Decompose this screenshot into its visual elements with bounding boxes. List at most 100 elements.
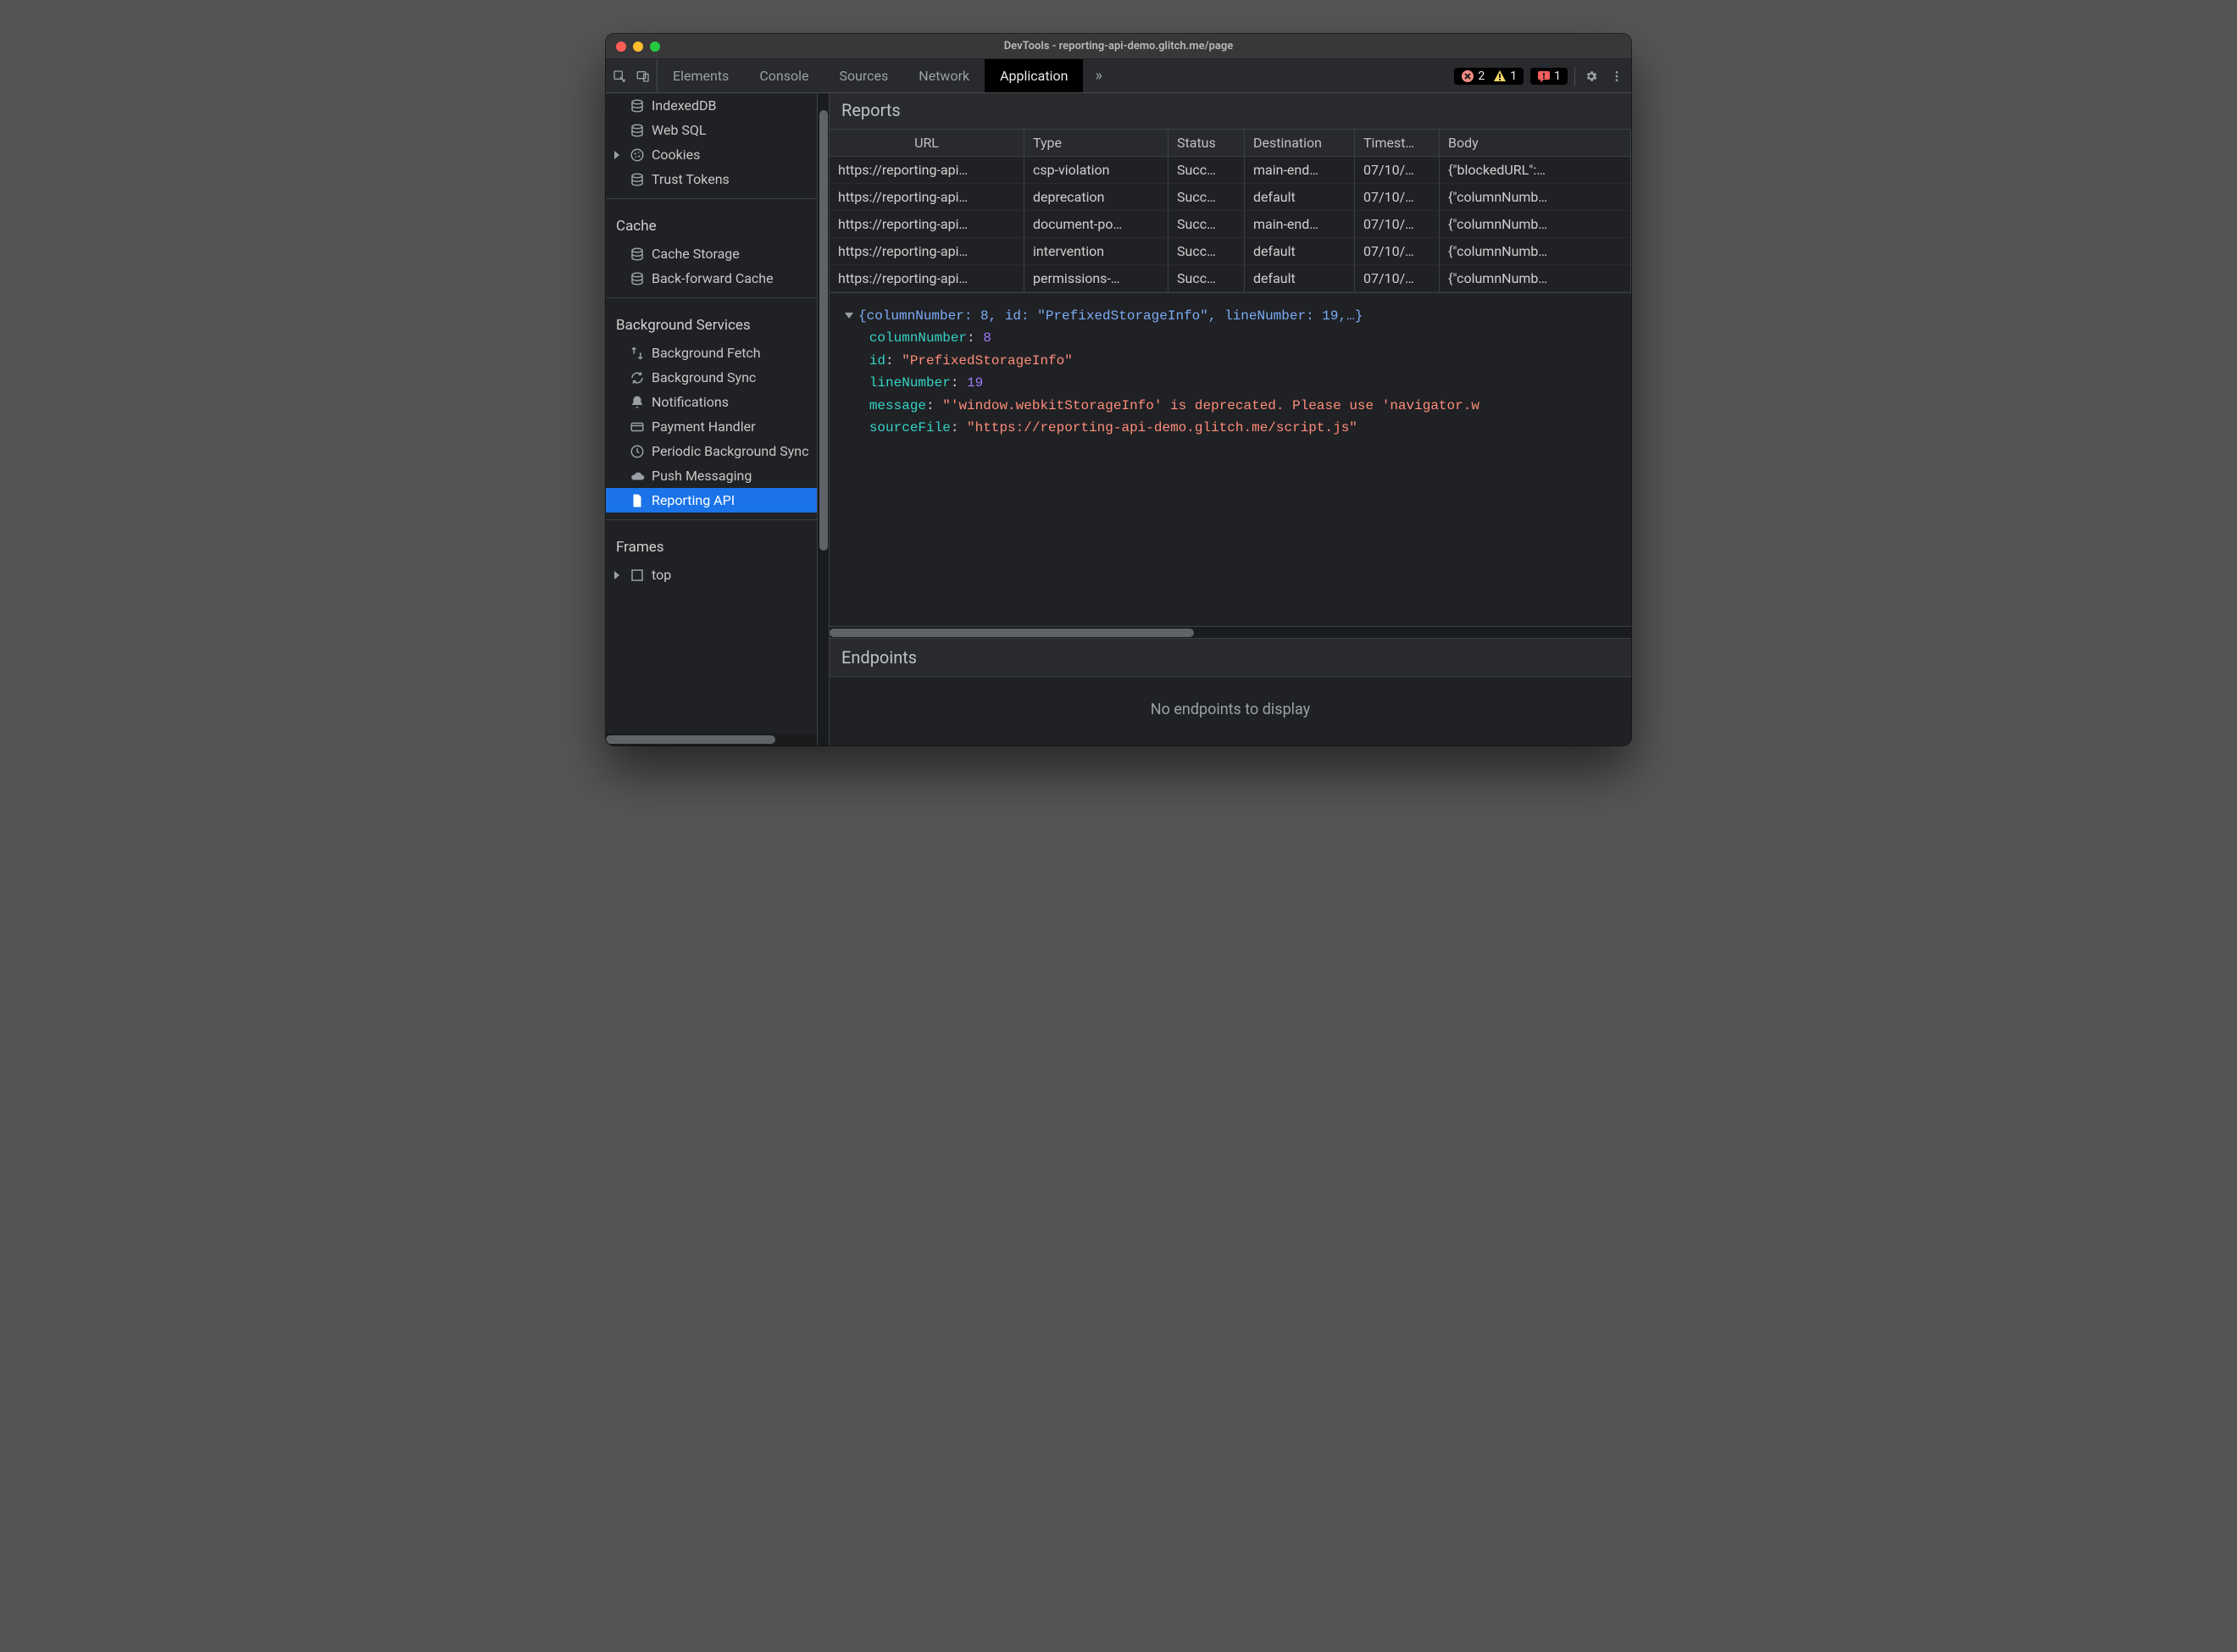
sidebar-item-notifications[interactable]: Notifications bbox=[606, 390, 817, 414]
reports-col-3[interactable]: Destination bbox=[1245, 130, 1355, 157]
sidebar-hscrollbar[interactable] bbox=[606, 734, 817, 746]
expand-triangle-icon[interactable] bbox=[614, 151, 619, 159]
reports-cell[interactable]: {"columnNumb… bbox=[1440, 265, 1631, 292]
reports-cell[interactable]: deprecation bbox=[1024, 184, 1168, 211]
traffic-lights bbox=[616, 42, 660, 52]
tab-sources[interactable]: Sources bbox=[824, 59, 903, 92]
more-tabs-button[interactable]: » bbox=[1083, 59, 1113, 92]
sidebar-item-trust-tokens[interactable]: Trust Tokens bbox=[606, 167, 817, 191]
sidebar-item-web-sql[interactable]: Web SQL bbox=[606, 118, 817, 142]
reports-cell[interactable]: {"columnNumb… bbox=[1440, 238, 1631, 265]
kebab-menu-icon[interactable] bbox=[1607, 67, 1626, 86]
sidebar-item-cache-storage[interactable]: Cache Storage bbox=[606, 241, 817, 266]
detail-prop-columnNumber[interactable]: columnNumber: 8 bbox=[845, 327, 1624, 349]
reports-cell[interactable]: Succ… bbox=[1168, 157, 1245, 184]
error-counter[interactable]: 2 bbox=[1461, 69, 1485, 83]
reports-cell[interactable]: https://reporting-api… bbox=[830, 265, 1024, 292]
storage-icon bbox=[630, 98, 645, 114]
scrollbar-thumb[interactable] bbox=[819, 110, 828, 551]
sidebar-item-label: Trust Tokens bbox=[652, 171, 730, 187]
sidebar-item-push-messaging[interactable]: Push Messaging bbox=[606, 463, 817, 488]
inspect-element-icon[interactable] bbox=[613, 69, 626, 83]
reports-cell[interactable]: document-po… bbox=[1024, 211, 1168, 238]
sidebar-vscrollbar[interactable] bbox=[818, 93, 830, 746]
reports-cell[interactable]: Succ… bbox=[1168, 238, 1245, 265]
endpoints-header: Endpoints bbox=[830, 638, 1631, 676]
reports-cell[interactable]: https://reporting-api… bbox=[830, 157, 1024, 184]
collapse-triangle-icon[interactable] bbox=[845, 313, 853, 319]
reports-cell[interactable]: https://reporting-api… bbox=[830, 184, 1024, 211]
sidebar-item-label: Background Sync bbox=[652, 369, 756, 385]
sidebar-item-background-fetch[interactable]: Background Fetch bbox=[606, 341, 817, 365]
console-counters[interactable]: 2 1 bbox=[1454, 68, 1524, 85]
storage-icon bbox=[630, 123, 645, 138]
sidebar-item-label: Web SQL bbox=[652, 122, 707, 138]
reports-cell[interactable]: 07/10/… bbox=[1355, 265, 1440, 292]
tab-network[interactable]: Network bbox=[903, 59, 985, 92]
reports-col-4[interactable]: Timest… bbox=[1355, 130, 1440, 157]
scrollbar-thumb[interactable] bbox=[606, 735, 775, 744]
reports-cell[interactable]: {"blockedURL":… bbox=[1440, 157, 1631, 184]
reports-col-2[interactable]: Status bbox=[1168, 130, 1245, 157]
reports-cell[interactable]: main-end… bbox=[1245, 157, 1355, 184]
card-icon bbox=[630, 419, 645, 435]
scrollbar-thumb[interactable] bbox=[830, 629, 1194, 637]
reports-cell[interactable]: default bbox=[1245, 184, 1355, 211]
close-window-button[interactable] bbox=[616, 42, 626, 52]
reports-cell[interactable]: permissions-… bbox=[1024, 265, 1168, 292]
reports-cell[interactable]: intervention bbox=[1024, 238, 1168, 265]
reports-cell[interactable]: main-end… bbox=[1245, 211, 1355, 238]
detail-prop-id[interactable]: id: "PrefixedStorageInfo" bbox=[845, 350, 1624, 372]
sidebar-item-periodic-background-sync[interactable]: Periodic Background Sync bbox=[606, 439, 817, 463]
endpoints-empty: No endpoints to display bbox=[830, 676, 1631, 746]
toolbar-divider bbox=[1574, 66, 1575, 86]
device-toolbar-icon[interactable] bbox=[636, 69, 650, 83]
reports-col-1[interactable]: Type bbox=[1024, 130, 1168, 157]
reports-cell[interactable]: 07/10/… bbox=[1355, 157, 1440, 184]
report-detail[interactable]: {columnNumber: 8, id: "PrefixedStorageIn… bbox=[830, 292, 1631, 626]
sidebar-item-indexeddb[interactable]: IndexedDB bbox=[606, 93, 817, 118]
storage-icon bbox=[630, 172, 645, 187]
tab-application[interactable]: Application bbox=[985, 59, 1083, 92]
reports-cell[interactable]: https://reporting-api… bbox=[830, 238, 1024, 265]
expand-triangle-icon[interactable] bbox=[614, 571, 619, 579]
titlebar: DevTools - reporting-api-demo.glitch.me/… bbox=[606, 34, 1631, 59]
zoom-window-button[interactable] bbox=[650, 42, 660, 52]
detail-prop-lineNumber[interactable]: lineNumber: 19 bbox=[845, 372, 1624, 394]
reports-cell[interactable]: 07/10/… bbox=[1355, 211, 1440, 238]
reports-table: URLTypeStatusDestinationTimest…Body https… bbox=[830, 130, 1631, 292]
sidebar-item-payment-handler[interactable]: Payment Handler bbox=[606, 414, 817, 439]
reports-cell[interactable]: default bbox=[1245, 265, 1355, 292]
content-hscrollbar[interactable] bbox=[830, 626, 1631, 638]
cloud-icon bbox=[630, 468, 645, 484]
reports-cell[interactable]: 07/10/… bbox=[1355, 184, 1440, 211]
sidebar-item-back-forward-cache[interactable]: Back-forward Cache bbox=[606, 266, 817, 291]
detail-prop-message[interactable]: message: "'window.webkitStorageInfo' is … bbox=[845, 395, 1624, 417]
sidebar-item-label: Payment Handler bbox=[652, 419, 756, 435]
reports-cell[interactable]: {"columnNumb… bbox=[1440, 184, 1631, 211]
reports-cell[interactable]: default bbox=[1245, 238, 1355, 265]
reports-cell[interactable]: Succ… bbox=[1168, 211, 1245, 238]
sidebar-item-reporting-api[interactable]: Reporting API bbox=[606, 488, 817, 513]
reports-cell[interactable]: csp-violation bbox=[1024, 157, 1168, 184]
tab-console[interactable]: Console bbox=[744, 59, 824, 92]
devtools-window: DevTools - reporting-api-demo.glitch.me/… bbox=[606, 34, 1631, 746]
reports-col-5[interactable]: Body bbox=[1440, 130, 1631, 157]
reports-cell[interactable]: {"columnNumb… bbox=[1440, 211, 1631, 238]
tab-elements[interactable]: Elements bbox=[658, 59, 744, 92]
warning-counter[interactable]: 1 bbox=[1493, 69, 1517, 83]
sidebar-item-label: Cookies bbox=[652, 147, 700, 163]
reports-cell[interactable]: Succ… bbox=[1168, 265, 1245, 292]
reports-cell[interactable]: https://reporting-api… bbox=[830, 211, 1024, 238]
minimize-window-button[interactable] bbox=[633, 42, 643, 52]
sidebar-item-cookies[interactable]: Cookies bbox=[606, 142, 817, 167]
sidebar-item-background-sync[interactable]: Background Sync bbox=[606, 365, 817, 390]
detail-summary[interactable]: {columnNumber: 8, id: "PrefixedStorageIn… bbox=[845, 305, 1624, 327]
reports-col-0[interactable]: URL bbox=[830, 130, 1024, 157]
reports-cell[interactable]: Succ… bbox=[1168, 184, 1245, 211]
sidebar-item-top[interactable]: top bbox=[606, 563, 817, 587]
gear-icon[interactable] bbox=[1582, 67, 1601, 86]
detail-prop-sourceFile[interactable]: sourceFile: "https://reporting-api-demo.… bbox=[845, 417, 1624, 439]
reports-cell[interactable]: 07/10/… bbox=[1355, 238, 1440, 265]
issue-counter[interactable]: 1 bbox=[1530, 68, 1568, 85]
